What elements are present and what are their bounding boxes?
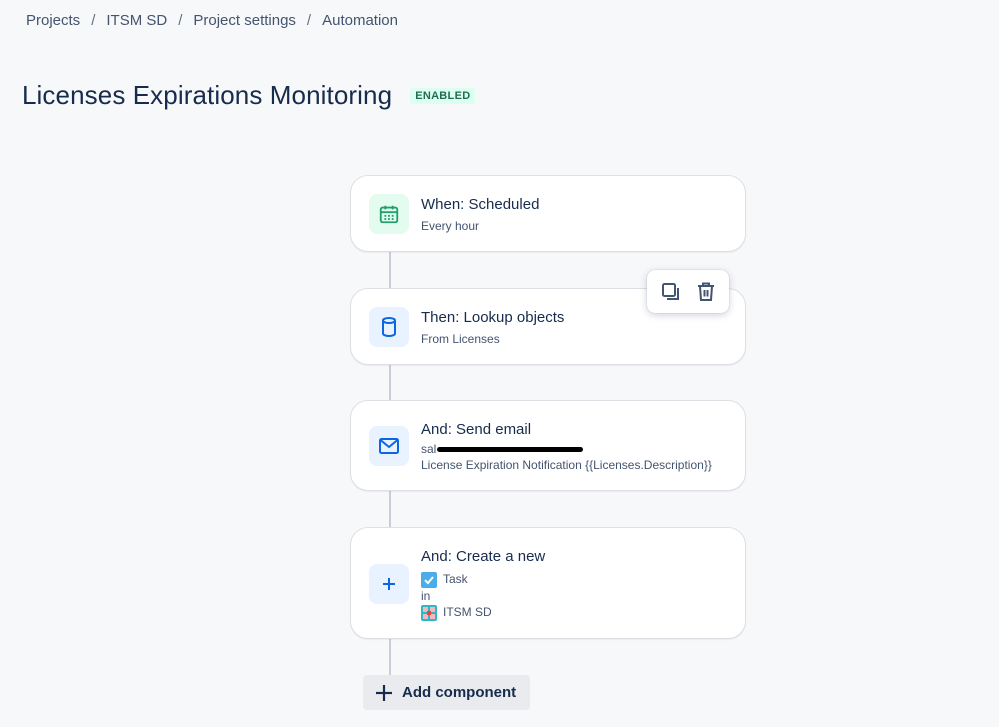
email-recipient: sal [421,441,712,457]
lookup-source: From Licenses [421,332,500,346]
breadcrumb-automation[interactable]: Automation [322,12,398,29]
automation-rule-page: Projects / ITSM SD / Project settings / … [0,0,999,727]
send-email-heading: And: Send email [421,421,532,438]
trigger-heading: When: Scheduled [421,196,540,213]
target-project: ITSM SD [421,604,545,621]
task-checkbox-icon [421,571,437,588]
issue-type-label: Task [443,572,468,586]
email-subject: License Expiration Notification {{Licens… [421,458,712,472]
flow-connector [389,638,391,675]
breadcrumb-itsm-sd[interactable]: ITSM SD [106,12,167,29]
page-title: Licenses Expirations Monitoring [22,80,393,110]
breadcrumb: Projects / ITSM SD / Project settings / … [26,12,398,29]
flow-connector [389,251,391,288]
send-email-text: And: Send email sal License Expiration N… [421,421,712,473]
status-badge: ENABLED [410,87,476,104]
delete-button[interactable] [691,277,721,307]
add-icon [374,683,394,703]
create-issue-heading: And: Create a new [421,548,546,565]
project-avatar-icon [421,604,437,621]
mail-icon [369,426,409,466]
plus-icon [369,564,409,604]
create-issue-card[interactable]: And: Create a new Task in ITSM SD [350,527,746,639]
database-icon [369,307,409,347]
trash-icon [697,282,714,301]
flow-connector [389,491,391,528]
trigger-text: When: Scheduled Every hour [421,196,539,234]
trigger-card[interactable]: When: Scheduled Every hour [350,175,746,252]
redaction-bar [437,447,584,453]
create-issue-text: And: Create a new Task in ITSM SD [421,548,545,621]
add-component-label: Add component [402,684,517,701]
breadcrumb-projects[interactable]: Projects [26,12,80,29]
breadcrumb-separator: / [178,12,183,29]
lookup-heading: Then: Lookup objects [421,309,565,326]
calendar-icon [369,194,409,234]
trigger-schedule: Every hour [421,219,480,233]
title-row: Licenses Expirations Monitoring ENABLED [22,80,476,111]
send-email-card[interactable]: And: Send email sal License Expiration N… [350,400,746,491]
issue-type: Task [421,571,545,588]
copy-icon [661,282,679,300]
card-action-toolbar [647,270,729,313]
duplicate-button[interactable] [656,277,686,307]
flow-connector [389,364,391,401]
email-recipient-prefix: sal [421,442,437,456]
add-component-button[interactable]: Add component [363,675,530,710]
breadcrumb-separator: / [91,12,96,29]
breadcrumb-separator: / [306,12,312,29]
in-label: in [421,589,431,603]
target-project-name: ITSM SD [443,605,492,619]
breadcrumb-project-settings[interactable]: Project settings [193,12,296,29]
lookup-text: Then: Lookup objects From Licenses [421,309,564,347]
